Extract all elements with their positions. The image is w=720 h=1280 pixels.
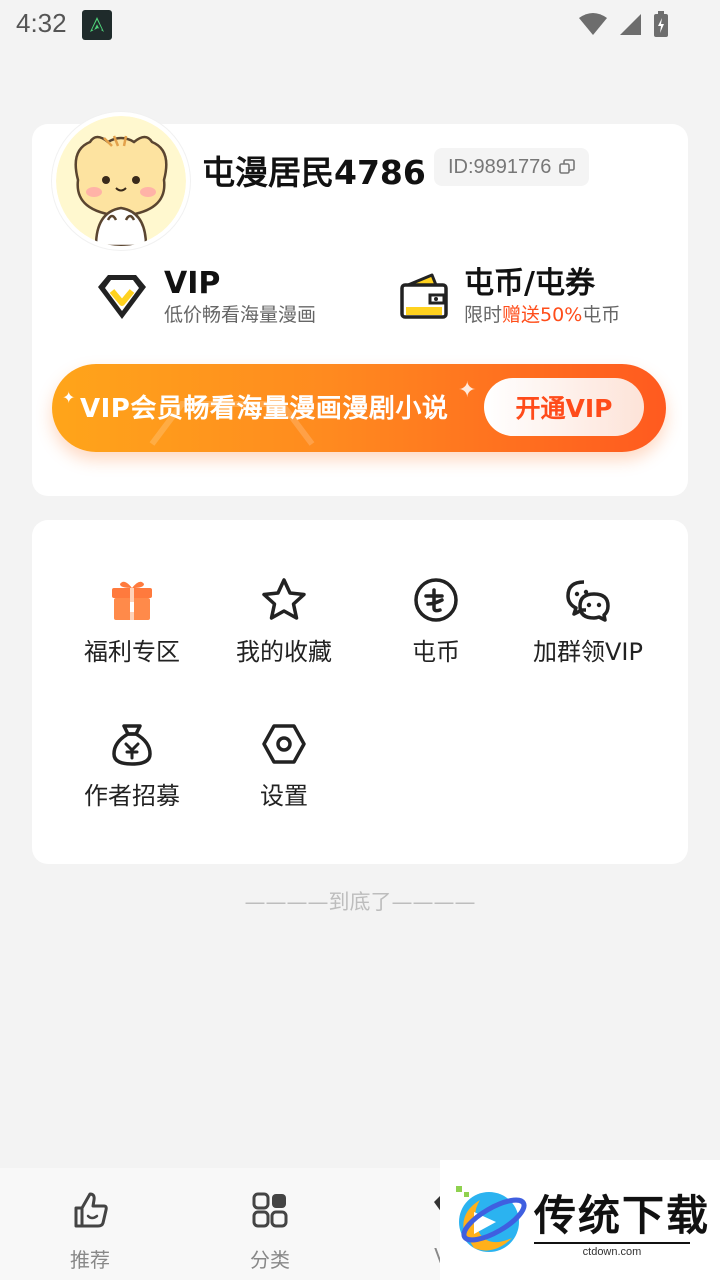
chat-icon — [566, 580, 610, 622]
vip-benefit-title: VIP — [164, 266, 221, 301]
watermark: 传统下载 ctdown.com — [440, 1160, 720, 1280]
open-vip-button[interactable]: 开通VIP — [484, 378, 644, 436]
battery-icon — [654, 11, 668, 37]
menu-label: 设置 — [260, 782, 308, 810]
profile-card: 屯漫居民4786 ID:9891776 VIP 低价畅看海量漫画 屯币/屯券 限… — [32, 112, 688, 496]
promo-highlight: 赠送50% — [502, 304, 583, 326]
wallet-icon — [400, 273, 448, 319]
gift-icon — [112, 581, 152, 620]
signal-icon — [620, 14, 641, 35]
menu-label: 加群领VIP — [533, 638, 643, 666]
vip-banner-text: VIP会员畅看海量漫画漫剧小说 — [80, 394, 449, 424]
nav-tab-category[interactable]: 分类 — [220, 1190, 320, 1273]
menu-label: 屯币 — [412, 638, 460, 666]
vip-benefit-subtitle: 低价畅看海量漫画 — [164, 304, 317, 326]
username: 屯漫居民4786 — [202, 153, 426, 192]
menu-item-coins[interactable]: 屯币 — [360, 576, 512, 686]
wifi-icon — [579, 13, 607, 35]
nav-label: 推荐 — [70, 1248, 110, 1272]
menu-item-settings[interactable]: 设置 — [208, 720, 360, 830]
coin-benefit[interactable]: 屯币/屯券 限时赠送50%屯币 — [398, 266, 620, 328]
nav-label: 分类 — [250, 1248, 290, 1272]
vip-diamond-icon — [98, 275, 146, 319]
watermark-url: ctdown.com — [534, 1242, 690, 1258]
settings-icon — [262, 724, 306, 764]
coin-benefit-title: 屯币/屯券 — [464, 266, 595, 301]
menu-label: 作者招募 — [84, 782, 180, 810]
star-icon — [262, 578, 306, 620]
app-notification-icon — [82, 10, 112, 40]
menu-item-author-recruit[interactable]: 作者招募 — [56, 720, 208, 830]
avatar[interactable] — [52, 112, 190, 250]
sparkle-icon: ✦ — [62, 388, 76, 407]
vip-benefit[interactable]: VIP 低价畅看海量漫画 — [94, 266, 316, 328]
money-bag-icon — [112, 724, 152, 766]
end-of-list-hint: ————到底了———— — [244, 890, 476, 914]
status-bar: 4:32 — [0, 0, 720, 50]
sparkle-icon: ✦ — [458, 378, 477, 403]
watermark-logo-icon — [456, 1186, 527, 1252]
menu-item-welfare[interactable]: 福利专区 — [56, 576, 208, 686]
vip-banner[interactable]: ✦ ✦ VIP会员畅看海量漫画漫剧小说 开通VIP — [52, 364, 666, 452]
coin-icon — [414, 578, 458, 622]
thumb-up-icon — [74, 1192, 108, 1228]
copy-icon[interactable] — [559, 159, 576, 175]
user-id-text: ID:9891776 — [448, 155, 552, 178]
user-id-badge[interactable]: ID:9891776 — [434, 148, 590, 186]
status-time: 4:32 — [16, 8, 67, 38]
menu-item-favorites[interactable]: 我的收藏 — [208, 576, 360, 686]
menu-label: 我的收藏 — [236, 638, 332, 666]
coin-benefit-subtitle: 限时赠送50%屯币 — [464, 304, 621, 326]
menu-card: 福利专区 我的收藏 屯币 加群领VIP 作者招募 设置 — [32, 520, 688, 864]
nav-tab-recommend[interactable]: 推荐 — [40, 1190, 140, 1273]
menu-label: 福利专区 — [84, 638, 180, 666]
menu-item-join-group[interactable]: 加群领VIP — [512, 576, 664, 686]
watermark-text: 传统下载 — [534, 1191, 711, 1240]
category-icon — [252, 1192, 288, 1228]
